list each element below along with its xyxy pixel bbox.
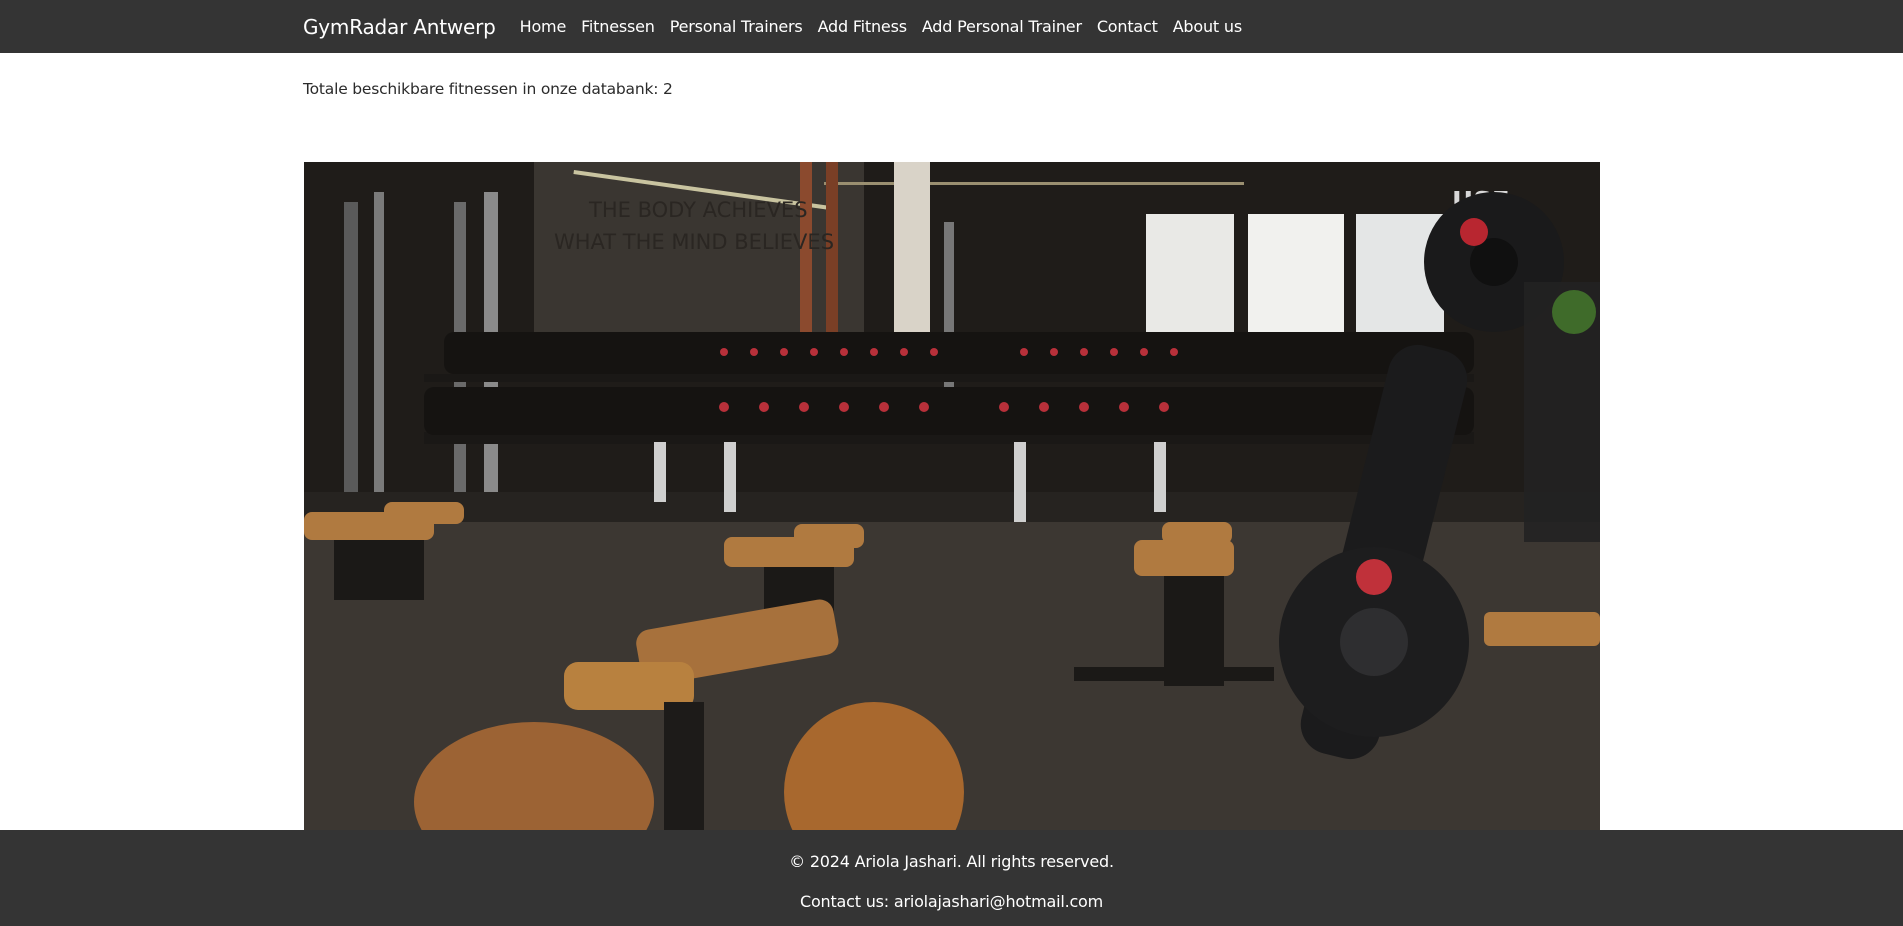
nav-link-fitnessen[interactable]: Fitnessen bbox=[581, 17, 655, 36]
brand-link[interactable]: GymRadar Antwerp bbox=[303, 15, 496, 39]
wall-text-line2: WHAT THE MIND BELIEVES bbox=[554, 230, 834, 254]
fitness-count-text: Totale beschikbare fitnessen in onze dat… bbox=[303, 80, 673, 98]
nav-link-contact[interactable]: Contact bbox=[1097, 17, 1158, 36]
top-navbar: GymRadar Antwerp Home Fitnessen Personal… bbox=[0, 0, 1903, 53]
gym-photo-illustration: THE BODY ACHIEVES WHAT THE MIND BELIEVES… bbox=[304, 162, 1600, 830]
footer-contact: Contact us: ariolajashari@hotmail.com bbox=[799, 892, 1104, 911]
wall-text-line1: THE BODY ACHIEVES bbox=[588, 198, 808, 222]
nav-link-about-us[interactable]: About us bbox=[1173, 17, 1242, 36]
nav-link-add-personal-trainer[interactable]: Add Personal Trainer bbox=[922, 17, 1082, 36]
nav-link-personal-trainers[interactable]: Personal Trainers bbox=[670, 17, 803, 36]
page-footer: © 2024 Ariola Jashari. All rights reserv… bbox=[0, 830, 1903, 926]
gym-hero-image: THE BODY ACHIEVES WHAT THE MIND BELIEVES… bbox=[304, 162, 1600, 830]
navbar-inner: GymRadar Antwerp Home Fitnessen Personal… bbox=[303, 0, 1257, 53]
footer-copyright: © 2024 Ariola Jashari. All rights reserv… bbox=[789, 852, 1114, 871]
nav-link-home[interactable]: Home bbox=[520, 17, 567, 36]
nav-link-add-fitness[interactable]: Add Fitness bbox=[818, 17, 907, 36]
